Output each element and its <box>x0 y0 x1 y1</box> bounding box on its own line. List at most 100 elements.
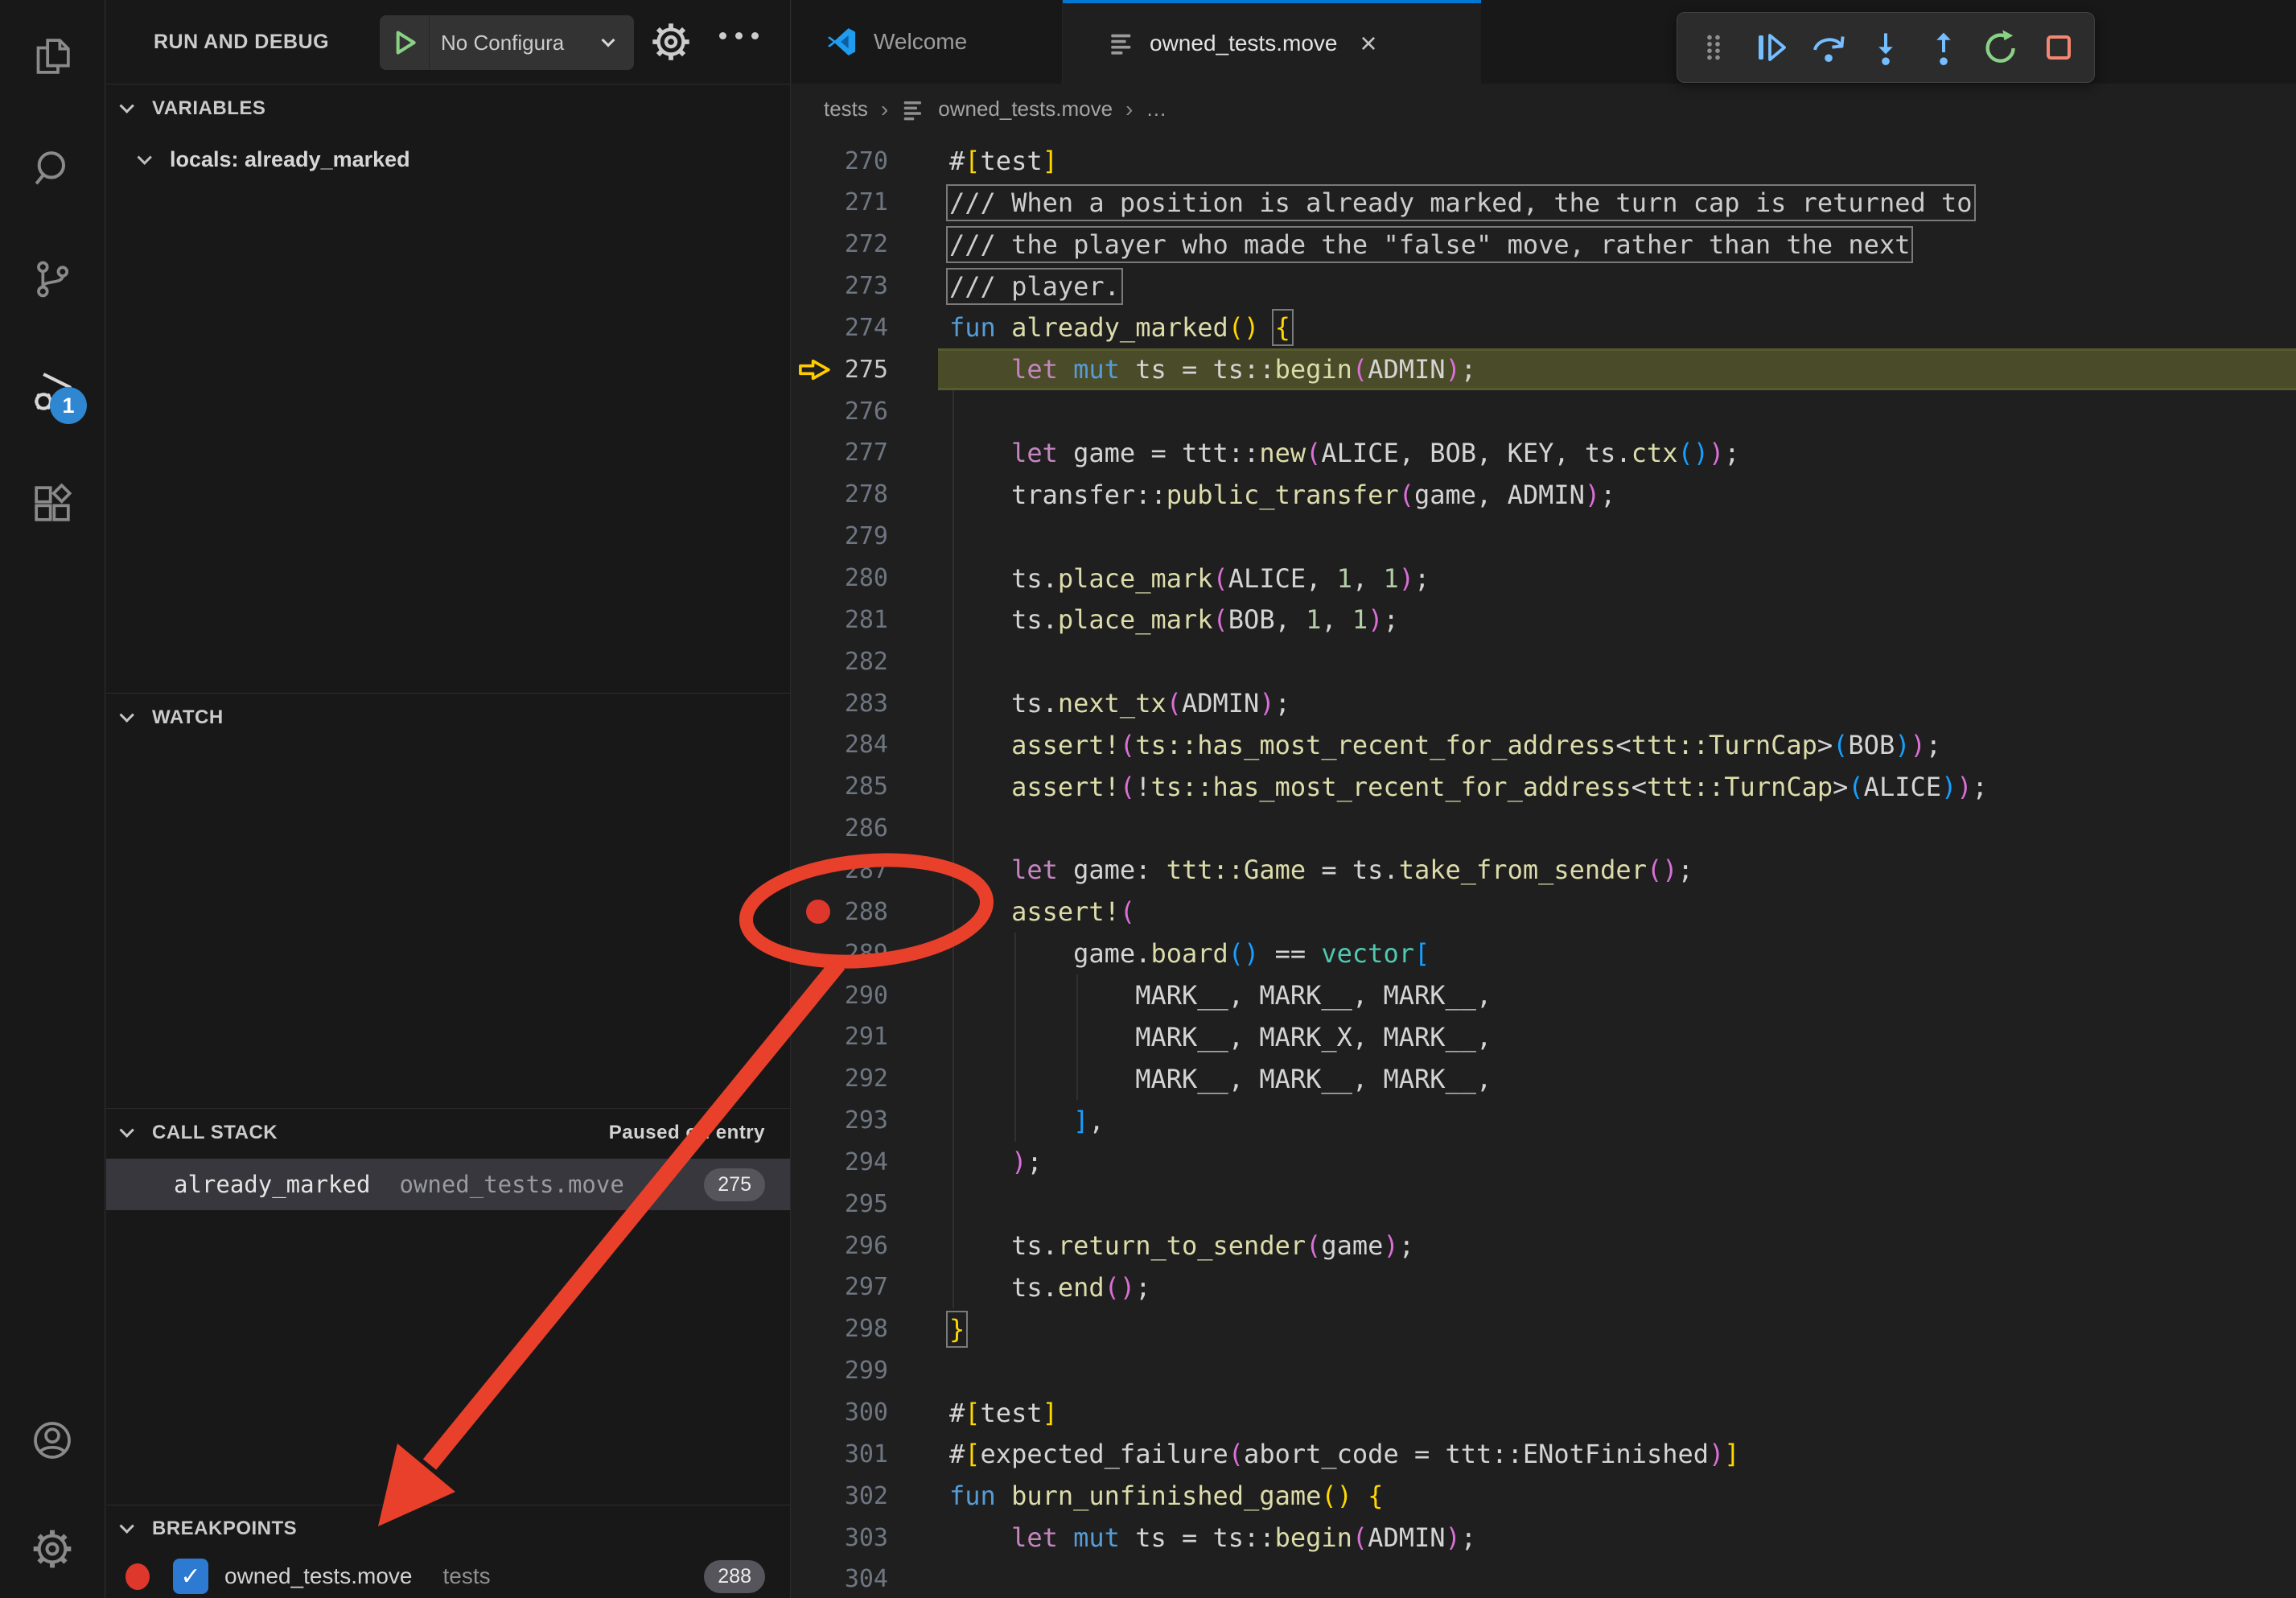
gutter-line-288[interactable]: 288 <box>792 891 938 933</box>
toolbar-drag-handle-icon[interactable] <box>1692 23 1735 72</box>
code-text[interactable]: let mut ts = ts::begin(ADMIN); <box>938 1517 2296 1559</box>
code-text[interactable]: ts.return_to_sender(game); <box>938 1225 2296 1266</box>
step-over-button[interactable] <box>1807 23 1850 72</box>
gutter-line-293[interactable]: 293 <box>792 1100 938 1142</box>
gutter-line-284[interactable]: 284 <box>792 724 938 766</box>
code-text[interactable]: /// the player who made the "false" move… <box>938 224 2296 266</box>
breakpoint-enabled-checkbox[interactable]: ✓ <box>173 1559 208 1594</box>
code-text[interactable] <box>938 1559 2296 1598</box>
breadcrumb-folder[interactable]: tests <box>824 97 868 121</box>
continue-button[interactable] <box>1749 23 1792 72</box>
gutter-line-274[interactable]: 274 <box>792 307 938 348</box>
start-debug-icon[interactable] <box>380 15 430 70</box>
variables-locals-scope[interactable]: locals: already_marked <box>142 137 410 182</box>
gutter-line-281[interactable]: 281 <box>792 599 938 640</box>
code-text[interactable]: ts.place_mark(ALICE, 1, 1); <box>938 558 2296 599</box>
gutter-line-294[interactable]: 294 <box>792 1141 938 1183</box>
breakpoint-list-item[interactable]: ✓ owned_tests.move tests 288 <box>106 1555 790 1598</box>
gutter-line-304[interactable]: 304 <box>792 1559 938 1598</box>
gutter-line-275[interactable]: 275 <box>792 348 938 390</box>
gutter-line-292[interactable]: 292 <box>792 1058 938 1100</box>
source-control-icon[interactable] <box>29 256 76 303</box>
gutter-line-302[interactable]: 302 <box>792 1475 938 1517</box>
search-icon[interactable] <box>29 146 76 192</box>
code-text[interactable]: game.board() == vector[ <box>938 933 2296 974</box>
code-text[interactable]: } <box>938 1308 2296 1350</box>
code-text[interactable]: ts.next_tx(ADMIN); <box>938 682 2296 724</box>
call-stack-frame-row[interactable]: already_marked owned_tests.move 275 <box>106 1159 790 1210</box>
gutter-line-289[interactable]: 289 <box>792 933 938 974</box>
code-text[interactable]: let game: ttt::Game = ts.take_from_sende… <box>938 849 2296 891</box>
gutter-line-276[interactable]: 276 <box>792 390 938 432</box>
more-actions-icon[interactable] <box>719 32 759 39</box>
code-text[interactable]: MARK__, MARK__, MARK__, <box>938 1058 2296 1100</box>
code-text[interactable]: ], <box>938 1100 2296 1142</box>
gutter-line-280[interactable]: 280 <box>792 558 938 599</box>
code-text[interactable]: fun burn_unfinished_game() { <box>938 1475 2296 1517</box>
extensions-icon[interactable] <box>29 480 76 527</box>
gutter-line-299[interactable]: 299 <box>792 1350 938 1392</box>
variables-section-header[interactable]: VARIABLES <box>106 84 790 132</box>
step-out-button[interactable] <box>1922 23 1965 72</box>
gutter-line-295[interactable]: 295 <box>792 1183 938 1225</box>
gutter-line-277[interactable]: 277 <box>792 432 938 474</box>
watch-section-header[interactable]: WATCH <box>106 693 790 741</box>
settings-gear-icon[interactable] <box>29 1526 76 1572</box>
code-text[interactable]: ts.place_mark(BOB, 1, 1); <box>938 599 2296 640</box>
gutter-line-279[interactable]: 279 <box>792 516 938 558</box>
gutter-line-272[interactable]: 272 <box>792 224 938 266</box>
gutter-line-273[interactable]: 273 <box>792 266 938 307</box>
gutter-line-303[interactable]: 303 <box>792 1517 938 1559</box>
code-text[interactable]: let game = ttt::new(ALICE, BOB, KEY, ts.… <box>938 432 2296 474</box>
gutter-line-285[interactable]: 285 <box>792 766 938 808</box>
restart-button[interactable] <box>1979 23 2022 72</box>
tab-welcome[interactable]: Welcome <box>792 0 1063 84</box>
gutter-line-287[interactable]: 287 <box>792 849 938 891</box>
gutter-line-283[interactable]: 283 <box>792 682 938 724</box>
code-text[interactable]: MARK__, MARK_X, MARK__, <box>938 1016 2296 1058</box>
code-text[interactable]: ); <box>938 1141 2296 1183</box>
code-text[interactable] <box>938 390 2296 432</box>
code-text[interactable]: transfer::public_transfer(game, ADMIN); <box>938 474 2296 516</box>
code-text[interactable]: fun already_marked() { <box>938 307 2296 348</box>
stop-button[interactable] <box>2037 23 2080 72</box>
gutter-line-282[interactable]: 282 <box>792 640 938 682</box>
code-text[interactable] <box>938 640 2296 682</box>
breakpoint-dot-icon[interactable] <box>806 900 830 924</box>
code-text[interactable]: MARK__, MARK__, MARK__, <box>938 974 2296 1016</box>
code-text[interactable]: /// player. <box>938 266 2296 307</box>
code-text[interactable]: #[expected_failure(abort_code = ttt::ENo… <box>938 1433 2296 1475</box>
gutter-line-298[interactable]: 298 <box>792 1308 938 1350</box>
tab-owned-tests-move[interactable]: owned_tests.move × <box>1063 0 1481 84</box>
gutter-line-271[interactable]: 271 <box>792 182 938 224</box>
launch-config-dropdown[interactable]: No Configura <box>380 15 634 70</box>
gutter-line-301[interactable]: 301 <box>792 1433 938 1475</box>
gutter-line-286[interactable]: 286 <box>792 808 938 850</box>
code-text[interactable]: /// When a position is already marked, t… <box>938 182 2296 224</box>
explorer-icon[interactable] <box>29 33 76 80</box>
gutter-line-297[interactable]: 297 <box>792 1266 938 1308</box>
gutter-line-278[interactable]: 278 <box>792 474 938 516</box>
gutter-line-296[interactable]: 296 <box>792 1225 938 1266</box>
run-and-debug-icon[interactable]: 1 <box>29 369 76 416</box>
debug-settings-gear-icon[interactable] <box>648 19 694 69</box>
code-text[interactable] <box>938 516 2296 558</box>
code-text[interactable]: assert!(ts::has_most_recent_for_address<… <box>938 724 2296 766</box>
code-text[interactable] <box>938 1183 2296 1225</box>
breadcrumb-symbol[interactable]: … <box>1146 97 1167 121</box>
call-stack-section-header[interactable]: CALL STACK Paused on entry <box>106 1108 790 1156</box>
code-text[interactable] <box>938 808 2296 850</box>
code-text[interactable]: let mut ts = ts::begin(ADMIN); <box>938 348 2296 390</box>
gutter-line-270[interactable]: 270 <box>792 140 938 182</box>
close-tab-icon[interactable]: × <box>1360 29 1376 58</box>
gutter-line-291[interactable]: 291 <box>792 1016 938 1058</box>
gutter-line-290[interactable]: 290 <box>792 974 938 1016</box>
code-text[interactable]: #[test] <box>938 140 2296 182</box>
gutter-line-300[interactable]: 300 <box>792 1392 938 1434</box>
code-editor[interactable]: 270#[test]271/// When a position is alre… <box>792 134 2296 1598</box>
breadcrumb-file[interactable]: owned_tests.move <box>938 97 1113 121</box>
code-text[interactable]: #[test] <box>938 1392 2296 1434</box>
code-text[interactable]: assert!(!ts::has_most_recent_for_address… <box>938 766 2296 808</box>
code-text[interactable]: assert!( <box>938 891 2296 933</box>
step-into-button[interactable] <box>1864 23 1907 72</box>
